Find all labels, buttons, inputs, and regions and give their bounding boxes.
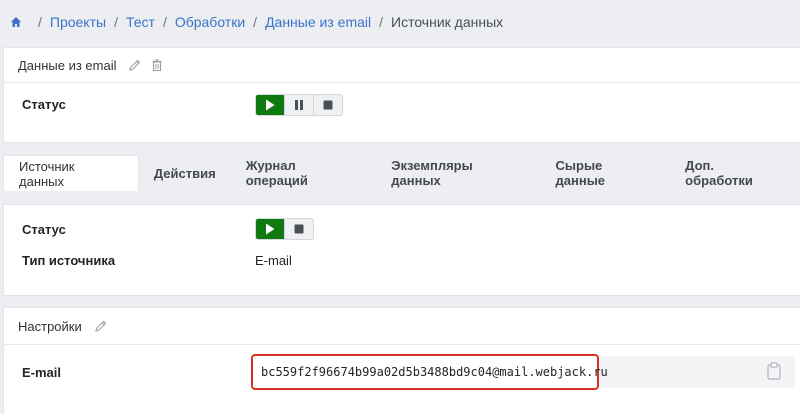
- tab-data-source[interactable]: Источник данных: [3, 155, 139, 191]
- pencil-icon[interactable]: [128, 58, 142, 72]
- stop-button[interactable]: [314, 95, 342, 115]
- tab-raw-data[interactable]: Сырые данные: [541, 155, 671, 191]
- processing-card-header: Данные из email: [4, 48, 800, 83]
- source-controls: [255, 218, 314, 240]
- settings-title: Настройки: [18, 318, 82, 334]
- source-type-label: Тип источника: [22, 253, 116, 268]
- trash-icon[interactable]: [150, 58, 164, 72]
- source-stop-button[interactable]: [285, 219, 313, 239]
- source-play-button[interactable]: [256, 219, 285, 239]
- clipboard-icon[interactable]: [766, 362, 782, 380]
- breadcrumb-current: Источник данных: [391, 14, 504, 30]
- breadcrumb-separator: /: [38, 14, 42, 30]
- pause-icon: [295, 100, 303, 110]
- processing-controls: [255, 94, 343, 116]
- breadcrumb-separator: /: [379, 14, 384, 30]
- play-icon: [266, 223, 275, 235]
- email-label: E-mail: [22, 365, 62, 380]
- processing-card: Данные из email Статус: [3, 47, 800, 143]
- breadcrumb-projects[interactable]: Проекты: [50, 14, 106, 30]
- tab-operations-log[interactable]: Журнал операций: [231, 155, 377, 191]
- breadcrumb-separator: /: [114, 14, 118, 30]
- breadcrumb-processing[interactable]: Обработки: [175, 14, 245, 30]
- source-card: Статус Тип источника E-mail: [3, 204, 800, 296]
- tab-data-instances[interactable]: Экземпляры данных: [376, 155, 540, 191]
- play-icon: [266, 99, 275, 111]
- settings-card-header: Настройки: [4, 308, 800, 345]
- source-type-value: E-mail: [255, 253, 292, 268]
- tab-extra-processing[interactable]: Доп. обработки: [670, 155, 800, 191]
- tabs-bar: Источник данных Действия Журнал операций…: [3, 155, 800, 191]
- stop-icon: [323, 100, 333, 110]
- email-value-field[interactable]: bc559f2f96674b99a02d5b3488bd9c04@mail.we…: [251, 354, 608, 390]
- home-icon[interactable]: [10, 16, 22, 28]
- breadcrumb-separator: /: [162, 14, 167, 30]
- breadcrumb-test[interactable]: Тест: [126, 14, 155, 30]
- breadcrumb-email-data[interactable]: Данные из email: [265, 14, 371, 30]
- pencil-icon[interactable]: [94, 319, 108, 333]
- stop-icon: [294, 224, 304, 234]
- status-label: Статус: [22, 97, 66, 112]
- processing-title: Данные из email: [18, 57, 117, 73]
- breadcrumb: / Проекты / Тест / Обработки / Данные из…: [0, 0, 800, 44]
- source-status-label: Статус: [22, 222, 66, 237]
- email-value: bc559f2f96674b99a02d5b3488bd9c04@mail.we…: [261, 365, 608, 379]
- play-button[interactable]: [256, 95, 285, 115]
- tab-actions[interactable]: Действия: [139, 155, 231, 191]
- pause-button[interactable]: [285, 95, 314, 115]
- breadcrumb-separator: /: [253, 14, 258, 30]
